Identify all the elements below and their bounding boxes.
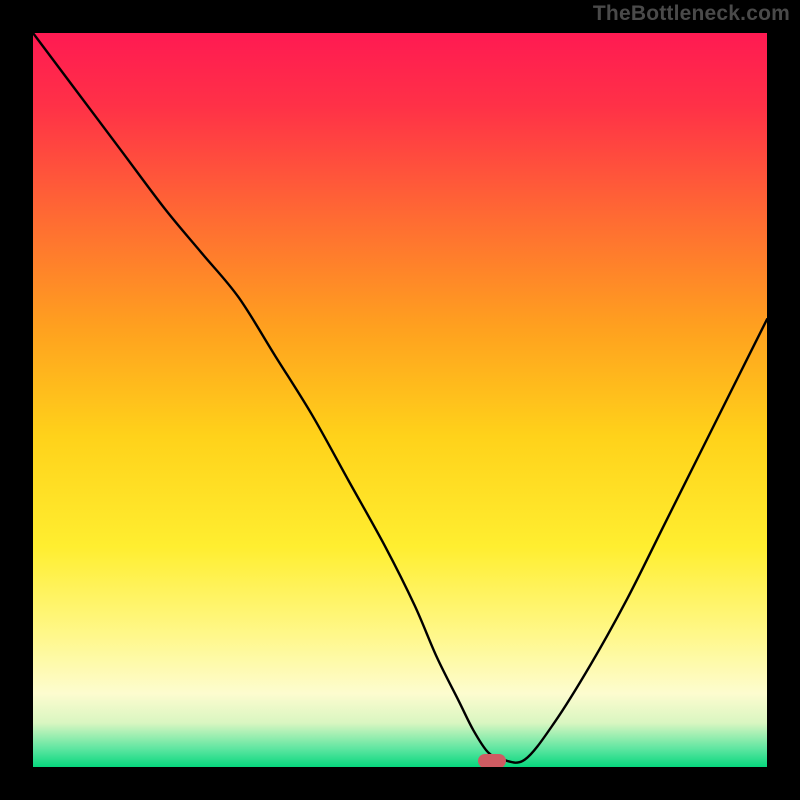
- gradient-rect: [33, 33, 767, 767]
- optimal-marker: [478, 754, 506, 767]
- plot-area: [33, 33, 767, 767]
- chart-svg: [33, 33, 767, 767]
- watermark-text: TheBottleneck.com: [593, 2, 790, 26]
- chart-frame: TheBottleneck.com: [0, 0, 800, 800]
